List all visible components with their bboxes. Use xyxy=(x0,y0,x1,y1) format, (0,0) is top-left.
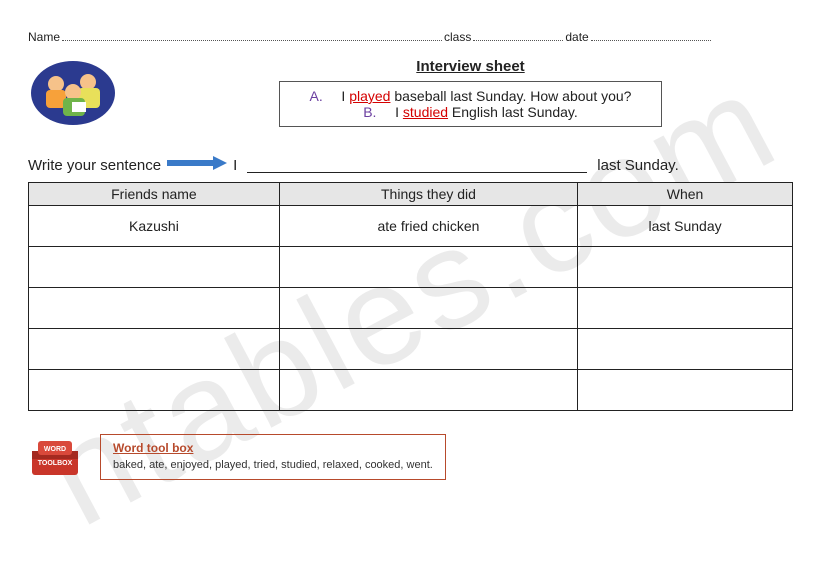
cell[interactable]: last Sunday xyxy=(578,206,793,247)
class-label: class xyxy=(444,30,471,44)
svg-text:WORD: WORD xyxy=(44,446,66,453)
toolbox-words: baked, ate, enjoyed, played, tried, stud… xyxy=(113,459,433,471)
cell[interactable] xyxy=(279,370,577,411)
cell[interactable]: ate fried chicken xyxy=(279,206,577,247)
example-b-post: English last Sunday. xyxy=(448,104,578,120)
cell[interactable] xyxy=(29,247,280,288)
table-row[interactable]: Kazushi ate fried chicken last Sunday xyxy=(29,206,793,247)
example-a-post: baseball last Sunday. How about you? xyxy=(390,88,631,104)
example-b-pre: I xyxy=(395,104,403,120)
sentence-blank[interactable] xyxy=(247,158,587,173)
table-row[interactable] xyxy=(29,247,793,288)
col-things: Things they did xyxy=(279,183,577,206)
cell[interactable] xyxy=(29,288,280,329)
people-talking-icon xyxy=(28,58,118,128)
prompt-row: Write your sentence I last Sunday. xyxy=(28,156,793,174)
page-title: Interview sheet xyxy=(148,58,793,75)
date-label: date xyxy=(565,30,588,44)
cell[interactable] xyxy=(578,370,793,411)
interview-table: Friends name Things they did When Kazush… xyxy=(28,182,793,411)
cell[interactable] xyxy=(29,370,280,411)
prompt-lead: Write your sentence xyxy=(28,157,161,174)
cell[interactable]: Kazushi xyxy=(29,206,280,247)
example-b-keyword: studied xyxy=(403,104,448,120)
table-header-row: Friends name Things they did When xyxy=(29,183,793,206)
header-line: Name class date xyxy=(28,30,793,44)
table-row[interactable] xyxy=(29,329,793,370)
cell[interactable] xyxy=(279,329,577,370)
cell[interactable] xyxy=(279,247,577,288)
name-blank[interactable] xyxy=(62,30,442,41)
example-b-label: B. xyxy=(363,104,377,120)
prompt-tail: last Sunday. xyxy=(597,157,678,174)
word-toolbox: Word tool box baked, ate, enjoyed, playe… xyxy=(100,434,446,480)
cell[interactable] xyxy=(578,329,793,370)
cell[interactable] xyxy=(29,329,280,370)
prompt-i: I xyxy=(233,157,237,174)
example-box: A. I played baseball last Sunday. How ab… xyxy=(279,81,663,127)
example-a-keyword: played xyxy=(349,88,390,104)
cell[interactable] xyxy=(279,288,577,329)
toolbox-title: Word tool box xyxy=(113,441,433,455)
table-row[interactable] xyxy=(29,288,793,329)
col-friends: Friends name xyxy=(29,183,280,206)
col-when: When xyxy=(578,183,793,206)
class-blank[interactable] xyxy=(473,30,563,41)
svg-text:TOOLBOX: TOOLBOX xyxy=(38,460,73,467)
example-a-label: A. xyxy=(310,88,324,104)
cell[interactable] xyxy=(578,247,793,288)
cell[interactable] xyxy=(578,288,793,329)
name-label: Name xyxy=(28,30,60,44)
worksheet-page: Name class date Interview sheet xyxy=(0,0,821,511)
table-row[interactable] xyxy=(29,370,793,411)
arrow-icon xyxy=(167,156,227,174)
date-blank[interactable] xyxy=(591,30,711,41)
toolbox-icon: WORD TOOLBOX xyxy=(28,433,82,481)
